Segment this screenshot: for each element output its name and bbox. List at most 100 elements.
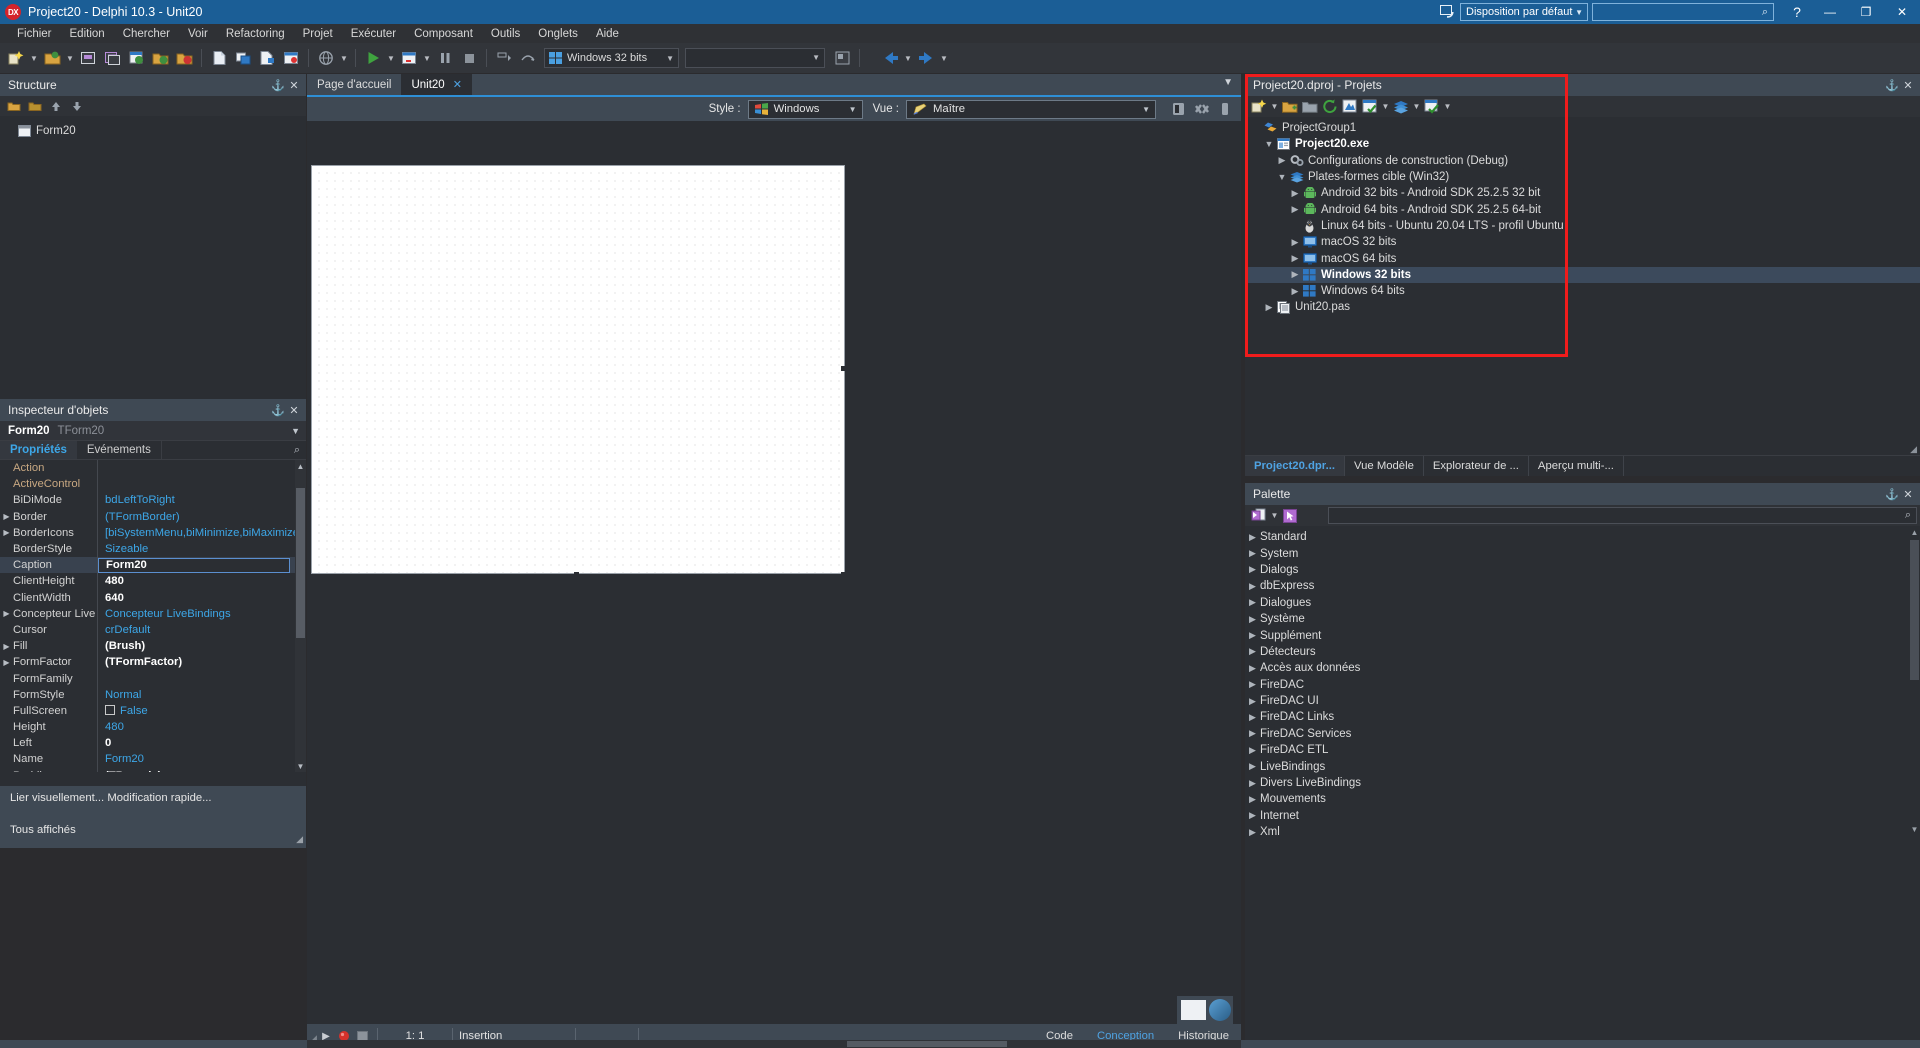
menu-edition[interactable]: Edition xyxy=(61,26,114,42)
chevron-right-icon[interactable]: ▶ xyxy=(1245,597,1260,608)
style-combo[interactable]: Windows ▼ xyxy=(747,99,863,119)
pin-icon[interactable]: ⚓ xyxy=(1884,485,1900,503)
chevron-right-icon[interactable]: ▶ xyxy=(1245,679,1260,690)
tab-vue-modele[interactable]: Vue Modèle xyxy=(1345,456,1424,476)
chevron-right-icon[interactable]: ▶ xyxy=(1288,269,1302,280)
menu-chercher[interactable]: Chercher xyxy=(114,26,179,42)
save-all-icon[interactable] xyxy=(101,47,123,69)
palette-category-row[interactable]: ▶ FireDAC ETL xyxy=(1245,742,1920,758)
chevron-right-icon[interactable]: ▶ xyxy=(1245,696,1260,707)
expand-icon[interactable]: ▶ xyxy=(0,642,13,651)
refresh-icon[interactable] xyxy=(1320,97,1340,116)
chevron-right-icon[interactable]: ▶ xyxy=(1245,810,1260,821)
inspector-row[interactable]: ▶ Concepteur Live Concepteur LiveBindings xyxy=(0,605,306,622)
scrollbar-thumb[interactable] xyxy=(847,1041,1007,1047)
pin-icon[interactable]: ⚓ xyxy=(270,401,286,419)
tab-unit20[interactable]: Unit20 ✕ xyxy=(401,74,472,95)
chevron-right-icon[interactable]: ▶ xyxy=(1245,663,1260,674)
pointer-tool-icon[interactable] xyxy=(1280,506,1300,525)
step-over-icon[interactable] xyxy=(517,47,539,69)
palette-category-row[interactable]: ▶ Dialogs xyxy=(1245,562,1920,578)
palette-category-row[interactable]: ▶ dbExpress xyxy=(1245,578,1920,594)
inspector-property-value[interactable]: crDefault xyxy=(98,624,306,636)
inspector-row[interactable]: ClientWidth 640 xyxy=(0,589,306,606)
add-file-icon[interactable] xyxy=(1280,97,1300,116)
scroll-up-icon[interactable]: ▲ xyxy=(1909,526,1920,539)
project-tree-row[interactable]: ▶ Configurations de construction (Debug) xyxy=(1245,153,1920,169)
inspector-footer-links[interactable]: Lier visuellement... Modification rapide… xyxy=(10,792,306,804)
tab-explorateur[interactable]: Explorateur de ... xyxy=(1424,456,1529,476)
palette-category-row[interactable]: ▶ FireDAC Services xyxy=(1245,726,1920,742)
palette-category-row[interactable]: ▶ Mouvements xyxy=(1245,791,1920,807)
inspector-row[interactable]: Action xyxy=(0,460,306,477)
new-project-icon[interactable] xyxy=(1249,97,1269,116)
palette-category-row[interactable]: ▶ FireDAC xyxy=(1245,677,1920,693)
palette-category-row[interactable]: ▶ Détecteurs xyxy=(1245,644,1920,660)
config-combo[interactable]: ▼ xyxy=(685,48,825,68)
chevron-down-icon[interactable]: ▼ xyxy=(421,47,433,69)
chevron-right-icon[interactable]: ▶ xyxy=(1245,614,1260,625)
chevron-right-icon[interactable]: ▶ xyxy=(1262,302,1276,313)
chevron-right-icon[interactable]: ▶ xyxy=(1245,581,1260,592)
tab-close-icon[interactable]: ✕ xyxy=(453,78,462,91)
chevron-right-icon[interactable]: ▶ xyxy=(1245,646,1260,657)
chevron-down-icon[interactable]: ▼ xyxy=(28,47,40,69)
checkbox-icon[interactable] xyxy=(105,704,115,715)
build-group-check-icon[interactable] xyxy=(1422,97,1442,116)
project-tree-row[interactable]: ProjectGroup1 xyxy=(1245,120,1920,136)
inspector-row[interactable]: Name Form20 xyxy=(0,751,306,768)
menu-projet[interactable]: Projet xyxy=(294,26,342,42)
compile-icon[interactable] xyxy=(1360,97,1380,116)
expand-icon[interactable]: ▶ xyxy=(0,771,13,772)
palette-category-row[interactable]: ▶ Accès aux données xyxy=(1245,660,1920,676)
livebindings-icon[interactable] xyxy=(1191,99,1212,120)
project-tree-row[interactable]: ▼ Project20.exe xyxy=(1245,136,1920,152)
chevron-right-icon[interactable]: ▶ xyxy=(1275,155,1289,166)
form20-design-surface[interactable] xyxy=(311,165,845,574)
inspector-property-value[interactable]: 0 xyxy=(98,737,306,749)
platform-combo[interactable]: Windows 32 bits ▼ xyxy=(544,48,679,68)
project-tree-row[interactable]: ▶ Android 64 bits - Android SDK 25.2.5 64… xyxy=(1245,201,1920,217)
trace-into-icon[interactable] xyxy=(493,47,515,69)
chevron-right-icon[interactable]: ▶ xyxy=(1245,761,1260,772)
resize-handle-right[interactable] xyxy=(841,366,846,371)
chevron-down-icon[interactable]: ▼ xyxy=(1269,506,1280,525)
chevron-right-icon[interactable]: ▶ xyxy=(1245,532,1260,543)
chevron-down-icon[interactable]: ▼ xyxy=(291,426,300,436)
chevron-right-icon[interactable]: ▶ xyxy=(1245,745,1260,756)
chevron-right-icon[interactable]: ▶ xyxy=(1245,794,1260,805)
inspector-row[interactable]: FullScreen False xyxy=(0,702,306,719)
save-icon[interactable] xyxy=(77,47,99,69)
menu-composant[interactable]: Composant xyxy=(405,26,482,42)
chevron-right-icon[interactable]: ▶ xyxy=(1245,778,1260,789)
chevron-down-icon[interactable]: ▼ xyxy=(1262,139,1276,149)
inspector-row[interactable]: ▶ BorderIcons [biSystemMenu,biMinimize,biM… xyxy=(0,524,306,541)
chevron-right-icon[interactable]: ▶ xyxy=(1288,188,1302,199)
chevron-right-icon[interactable]: ▶ xyxy=(1288,204,1302,215)
inspector-row[interactable]: ▶ Fill (Brush) xyxy=(0,638,306,655)
palette-category-row[interactable]: ▶ Système xyxy=(1245,611,1920,627)
chevron-right-icon[interactable]: ▶ xyxy=(1288,286,1302,297)
open-project-icon[interactable] xyxy=(125,47,147,69)
inspector-row[interactable]: BiDiMode bdLeftToRight xyxy=(0,492,306,509)
chevron-down-icon[interactable]: ▼ xyxy=(1411,97,1422,116)
project-tree-row[interactable]: ▼ Plates-formes cible (Win32) xyxy=(1245,169,1920,185)
scroll-up-icon[interactable]: ▲ xyxy=(295,460,306,472)
tab-page-accueil[interactable]: Page d'accueil xyxy=(307,74,401,95)
inspector-row[interactable]: ClientHeight 480 xyxy=(0,573,306,590)
chevron-down-icon[interactable]: ▼ xyxy=(1223,77,1233,88)
help-button[interactable]: ? xyxy=(1782,0,1812,24)
inspector-row[interactable]: FormStyle Normal xyxy=(0,686,306,703)
inspector-row[interactable]: Left 0 xyxy=(0,735,306,752)
remove-from-project-icon[interactable] xyxy=(173,47,195,69)
style-preview-box[interactable] xyxy=(1177,996,1233,1024)
palette-category-row[interactable]: ▶ Xml xyxy=(1245,824,1920,840)
palette-category-row[interactable]: ▶ FireDAC Links xyxy=(1245,709,1920,725)
expand-icon[interactable]: ▶ xyxy=(0,528,13,537)
inspector-row[interactable]: ▶Padding(TBounds) xyxy=(0,767,306,772)
chevron-down-icon[interactable]: ▼ xyxy=(1269,97,1280,116)
scroll-down-icon[interactable]: ▼ xyxy=(295,760,306,772)
navigate-forward-icon[interactable] xyxy=(915,47,937,69)
inspector-property-value[interactable]: (TFormBorder) xyxy=(98,511,306,523)
inspector-scrollbar[interactable]: ▲ ▼ xyxy=(295,460,306,772)
